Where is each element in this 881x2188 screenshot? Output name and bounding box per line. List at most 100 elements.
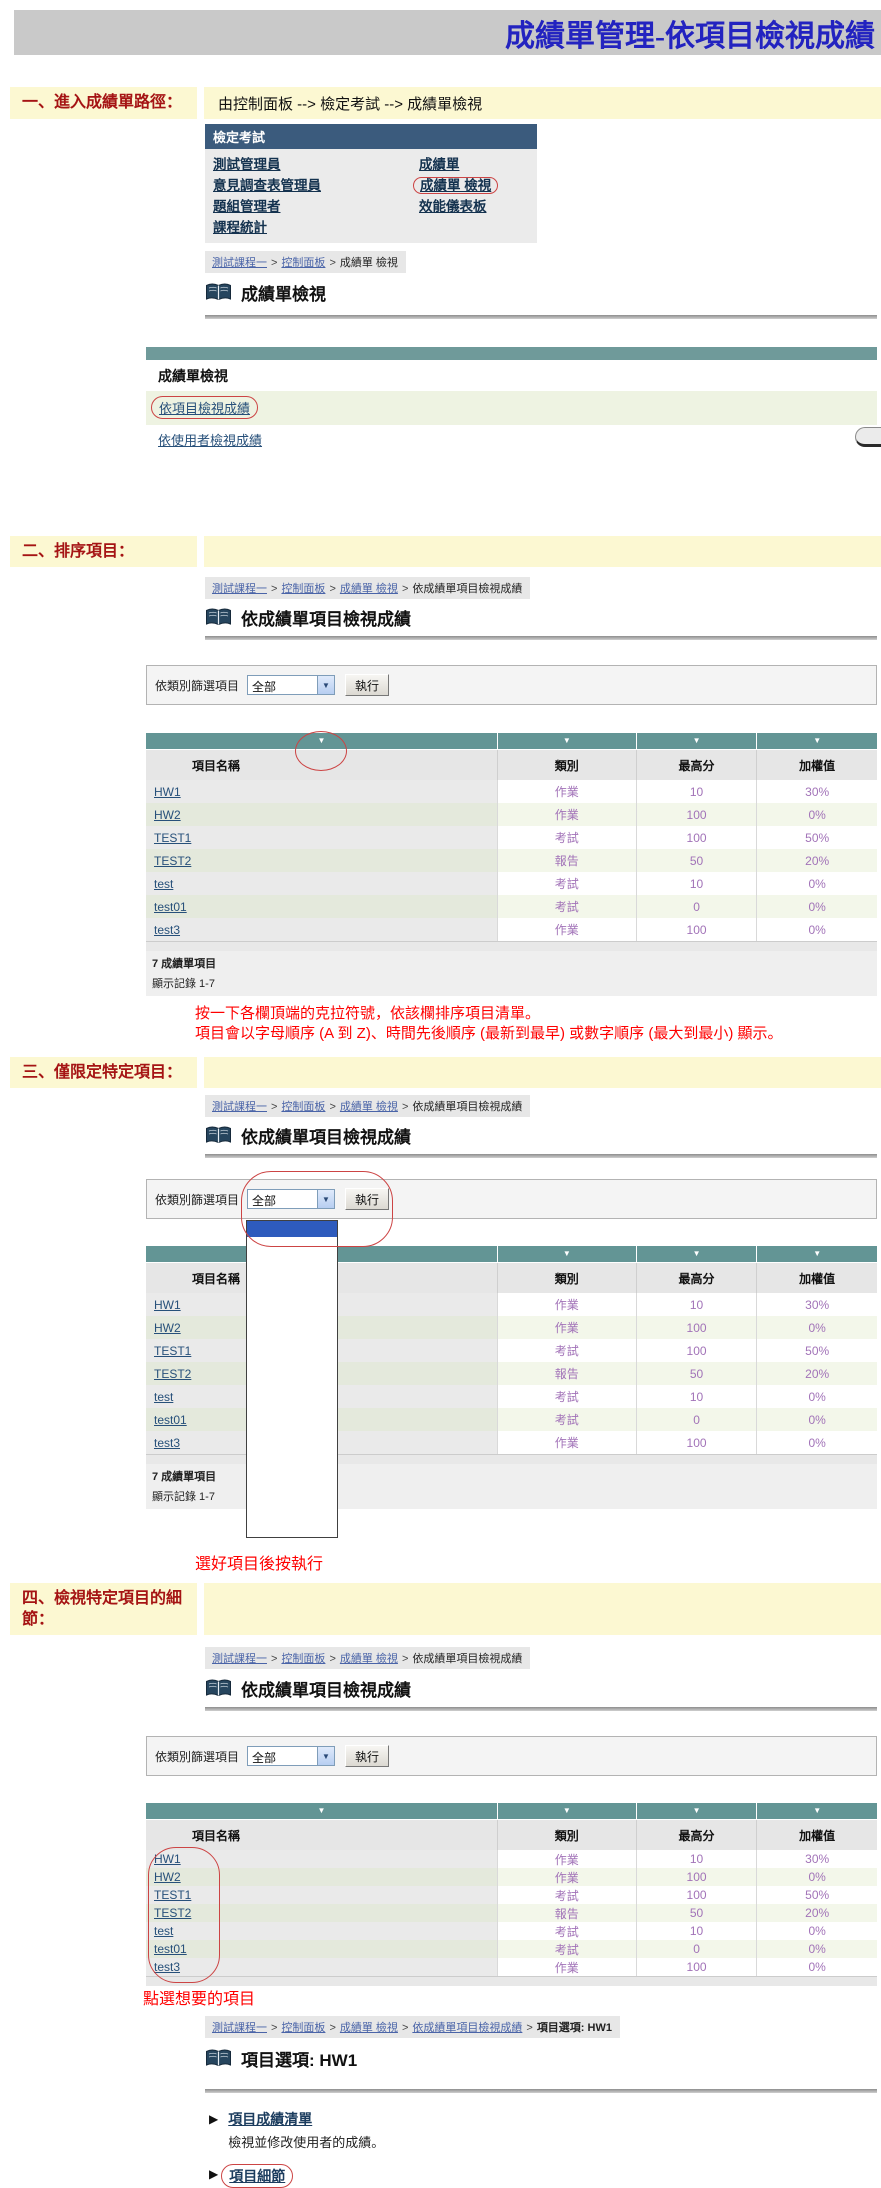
breadcrumb-link[interactable]: 成績單 檢視 xyxy=(340,583,398,595)
item-link[interactable]: test3 xyxy=(154,1436,180,1450)
item-link[interactable]: HW2 xyxy=(154,1870,181,1884)
item-link[interactable]: TEST1 xyxy=(154,1888,191,1902)
sort-column-max[interactable]: ▼ xyxy=(636,1803,757,1819)
category-select[interactable]: 全部 ▼ xyxy=(247,1189,335,1209)
item-option-link[interactable]: 項目細節 xyxy=(221,2164,293,2188)
breadcrumb-link[interactable]: 測試課程一 xyxy=(212,1653,267,1665)
sort-column-name[interactable]: ▼ xyxy=(146,1803,497,1819)
dropdown-option[interactable] xyxy=(247,1379,337,1395)
run-button[interactable]: 執行 xyxy=(345,1745,389,1767)
sort-arrow-icon[interactable]: ▼ xyxy=(693,1807,701,1815)
sort-column-category[interactable]: ▼ xyxy=(497,733,636,749)
dropdown-option[interactable] xyxy=(247,1253,337,1269)
breadcrumb-link[interactable]: 控制面板 xyxy=(281,257,325,269)
menu-item-link[interactable]: 成績單 檢視 xyxy=(413,177,498,194)
dropdown-option[interactable] xyxy=(247,1332,337,1348)
sort-column-max[interactable]: ▼ xyxy=(636,733,757,749)
dropdown-option[interactable] xyxy=(247,1300,337,1316)
sort-column-weight[interactable]: ▼ xyxy=(756,1803,877,1819)
item-link[interactable]: test01 xyxy=(154,1413,187,1427)
breadcrumb-link[interactable]: 成績單 檢視 xyxy=(340,1101,398,1113)
item-link[interactable]: TEST2 xyxy=(154,854,191,868)
dropdown-option[interactable] xyxy=(247,1395,337,1411)
menu-item-link[interactable]: 意見調查表管理員 xyxy=(213,178,321,193)
dropdown-option[interactable] xyxy=(247,1521,337,1537)
sort-arrow-icon[interactable]: ▼ xyxy=(317,737,325,745)
menu-item-link[interactable]: 效能儀表板 xyxy=(419,199,487,214)
menu-item[interactable]: 成績單 檢視 xyxy=(419,175,529,196)
dropdown-option[interactable] xyxy=(247,1347,337,1363)
breadcrumb-link[interactable]: 控制面板 xyxy=(281,583,325,595)
dropdown-option[interactable] xyxy=(247,1237,337,1253)
breadcrumb-link[interactable]: 測試課程一 xyxy=(212,583,267,595)
item-link[interactable]: HW1 xyxy=(154,785,181,799)
sort-arrow-icon[interactable]: ▼ xyxy=(693,737,701,745)
item-link[interactable]: test3 xyxy=(154,923,180,937)
breadcrumb-link[interactable]: 成績單 檢視 xyxy=(340,2022,398,2034)
breadcrumb-link[interactable]: 依成績單項目檢視成績 xyxy=(412,2022,522,2034)
run-button[interactable]: 執行 xyxy=(345,674,389,696)
breadcrumb-link[interactable]: 測試課程一 xyxy=(212,257,267,269)
item-link[interactable]: test01 xyxy=(154,900,187,914)
dropdown-option[interactable] xyxy=(247,1490,337,1506)
view-by-user-link[interactable]: 依使用者檢視成績 xyxy=(158,433,262,448)
view-by-item-link[interactable]: 依項目檢視成績 xyxy=(159,401,250,416)
sort-arrow-icon[interactable]: ▼ xyxy=(317,1807,325,1815)
sort-column-category[interactable]: ▼ xyxy=(497,1803,636,1819)
category-select[interactable]: 全部 ▼ xyxy=(247,675,335,695)
breadcrumb-link[interactable]: 測試課程一 xyxy=(212,2022,267,2034)
item-link[interactable]: test xyxy=(154,1390,173,1404)
item-link[interactable]: TEST1 xyxy=(154,831,191,845)
item-link[interactable]: TEST2 xyxy=(154,1367,191,1381)
item-link[interactable]: HW1 xyxy=(154,1852,181,1866)
dropdown-option[interactable] xyxy=(247,1458,337,1474)
menu-item[interactable]: 題組管理者 xyxy=(213,196,419,217)
sort-column-weight[interactable]: ▼ xyxy=(756,733,877,749)
item-link[interactable]: test3 xyxy=(154,1960,180,1974)
dropdown-option[interactable] xyxy=(247,1284,337,1300)
dropdown-option[interactable] xyxy=(247,1316,337,1332)
breadcrumb-link[interactable]: 測試課程一 xyxy=(212,1101,267,1113)
chevron-down-icon[interactable]: ▼ xyxy=(317,1190,334,1208)
sort-arrow-icon[interactable]: ▼ xyxy=(813,1250,821,1258)
item-link[interactable]: HW1 xyxy=(154,1298,181,1312)
item-link[interactable]: test01 xyxy=(154,1942,187,1956)
sort-arrow-icon[interactable]: ▼ xyxy=(693,1250,701,1258)
sort-arrow-icon[interactable]: ▼ xyxy=(813,1807,821,1815)
item-link[interactable]: TEST1 xyxy=(154,1344,191,1358)
menu-item[interactable]: 課程統計 xyxy=(213,217,419,238)
item-link[interactable]: TEST2 xyxy=(154,1906,191,1920)
chevron-down-icon[interactable]: ▼ xyxy=(317,676,334,694)
dropdown-option[interactable] xyxy=(247,1442,337,1458)
dropdown-option[interactable] xyxy=(247,1474,337,1490)
item-option-link[interactable]: 項目成績清單 xyxy=(228,2109,312,2129)
category-select[interactable]: 全部 ▼ xyxy=(247,1746,335,1766)
menu-item-link[interactable]: 題組管理者 xyxy=(213,199,281,214)
breadcrumb-link[interactable]: 控制面板 xyxy=(281,1101,325,1113)
dropdown-option[interactable] xyxy=(247,1268,337,1284)
menu-item[interactable]: 成績單 xyxy=(419,154,529,175)
breadcrumb-link[interactable]: 控制面板 xyxy=(281,1653,325,1665)
sort-column-weight[interactable]: ▼ xyxy=(756,1246,877,1262)
run-button[interactable]: 執行 xyxy=(345,1188,389,1210)
dropdown-option[interactable] xyxy=(247,1221,337,1237)
item-link[interactable]: HW2 xyxy=(154,1321,181,1335)
dropdown-option[interactable] xyxy=(247,1426,337,1442)
sort-arrow-icon[interactable]: ▼ xyxy=(563,737,571,745)
menu-item-link[interactable]: 課程統計 xyxy=(213,220,267,235)
sort-arrow-icon[interactable]: ▼ xyxy=(813,737,821,745)
breadcrumb-link[interactable]: 控制面板 xyxy=(281,2022,325,2034)
menu-item[interactable]: 效能儀表板 xyxy=(419,196,529,217)
dropdown-option[interactable] xyxy=(247,1505,337,1521)
ok-button[interactable] xyxy=(855,427,881,447)
chevron-down-icon[interactable]: ▼ xyxy=(317,1747,334,1765)
item-link[interactable]: test xyxy=(154,877,173,891)
sort-column-name[interactable]: ▼ xyxy=(146,733,497,749)
sort-column-category[interactable]: ▼ xyxy=(497,1246,636,1262)
sort-arrow-icon[interactable]: ▼ xyxy=(563,1250,571,1258)
item-link[interactable]: test xyxy=(154,1924,173,1938)
menu-item[interactable]: 意見調查表管理員 xyxy=(213,175,419,196)
item-link[interactable]: HW2 xyxy=(154,808,181,822)
menu-item[interactable]: 測試管理員 xyxy=(213,154,419,175)
menu-item-link[interactable]: 成績單 xyxy=(419,157,460,172)
